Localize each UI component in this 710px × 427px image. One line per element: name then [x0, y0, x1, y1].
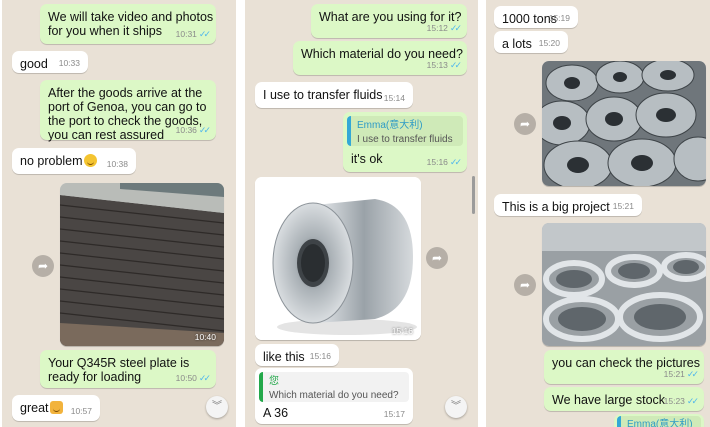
clapping-hands-emoji-icon — [49, 401, 63, 414]
message-time: 10:50 ✓✓ — [175, 373, 211, 383]
photo-message-steel-plates[interactable]: 10:40 — [60, 183, 224, 346]
double-check-icon: ✓✓ — [449, 60, 462, 70]
message-time: 10:36 ✓✓ — [175, 125, 211, 135]
message-time: 10:40 — [194, 332, 216, 342]
message-bubble[interactable]: you can check the pictures 15:21 ✓✓ — [544, 350, 704, 384]
double-check-icon: ✓✓ — [198, 373, 211, 383]
quoted-sender: Emma(意大利) — [357, 120, 423, 131]
message-time: 10:38 — [106, 159, 128, 169]
message-time: 15:23 ✓✓ — [663, 396, 699, 406]
photo-message-galvanized-coils[interactable] — [542, 61, 706, 186]
message-text: no problem — [20, 154, 97, 168]
message-time: 15:12 ✓✓ — [426, 23, 462, 33]
message-bubble[interactable]: Which material do you need? 15:13 ✓✓ — [293, 41, 467, 75]
quoted-text: I use to transfer fluids — [357, 134, 453, 145]
message-bubble-reply[interactable]: Emma(意大利) I use to transfer fluids it's … — [343, 112, 467, 172]
message-bubble[interactable]: We will take video and photos for you wh… — [40, 4, 216, 44]
double-check-icon: ✓✓ — [449, 23, 462, 33]
chevron-down-icon: ︾ — [451, 401, 461, 412]
quoted-text: Which material do you need? — [269, 390, 399, 401]
message-time: 10:57 — [70, 406, 92, 416]
quoted-message[interactable]: Emma(意大利) — [617, 416, 701, 427]
message-text: A 36 — [263, 406, 289, 420]
chat-panel-2: What are you using for it? 15:12 ✓✓ Which… — [245, 0, 478, 427]
message-time: 15:13 ✓✓ — [426, 60, 462, 70]
message-bubble[interactable]: great 10:57 — [12, 395, 100, 421]
quoted-message[interactable]: 您 Which material do you need? — [259, 372, 409, 402]
message-bubble[interactable]: good 10:33 — [12, 51, 88, 73]
message-text: I use to transfer fluids — [263, 88, 383, 102]
forward-icon[interactable]: ➦ — [426, 247, 448, 269]
message-time: 15:20 — [538, 38, 560, 48]
message-time: 10:31 ✓✓ — [175, 29, 211, 39]
chat-panel-3: 1000 tons 15:19 a lots 15:20 ➦ This is a… — [486, 0, 710, 427]
message-time: 15:14 — [383, 93, 405, 103]
message-text: it's ok — [351, 152, 383, 166]
message-time: 15:21 — [612, 201, 634, 211]
quoted-sender: 您 — [269, 376, 279, 387]
message-text: This is a big project — [502, 200, 610, 214]
message-bubble[interactable]: We have large stock 15:23 ✓✓ — [544, 387, 704, 411]
message-bubble[interactable]: no problem 10:38 — [12, 148, 136, 174]
double-check-icon: ✓✓ — [198, 125, 211, 135]
message-text: great — [20, 401, 63, 415]
message-bubble[interactable]: After the goods arrive at the port of Ge… — [40, 80, 216, 142]
message-time: 15:16 — [391, 326, 413, 336]
forward-icon[interactable]: ➦ — [32, 255, 54, 277]
message-bubble[interactable]: 1000 tons 15:19 — [494, 6, 578, 28]
chat-panel-1: We will take video and photos for you wh… — [2, 0, 236, 427]
message-time: 15:17 — [383, 409, 405, 419]
steel-coil-image — [255, 177, 421, 340]
message-time: 15:19 — [548, 13, 570, 23]
scroll-down-button[interactable]: ︾ — [445, 396, 467, 418]
message-bubble[interactable]: I use to transfer fluids 15:14 — [255, 82, 413, 108]
message-text: good — [20, 57, 48, 71]
scrollbar[interactable] — [472, 176, 475, 214]
message-text: We have large stock — [552, 393, 666, 407]
message-bubble[interactable]: What are you using for it? 15:12 ✓✓ — [311, 4, 467, 38]
steel-plates-image — [60, 183, 224, 346]
message-bubble-partial[interactable]: Emma(意大利) — [614, 414, 704, 427]
message-time: 15:16 — [309, 351, 331, 361]
message-bubble[interactable]: Your Q345R steel plate is ready for load… — [40, 350, 216, 388]
message-time: 10:33 — [58, 58, 80, 68]
message-time: 15:16 ✓✓ — [426, 157, 462, 167]
message-time: 15:21 ✓✓ — [663, 369, 699, 379]
chevron-down-icon: ︾ — [212, 401, 222, 412]
message-bubble-reply[interactable]: 您 Which material do you need? A 36 15:17 — [255, 368, 413, 424]
steel-strips-image — [542, 223, 706, 346]
double-check-icon: ✓✓ — [686, 369, 699, 379]
double-check-icon: ✓✓ — [449, 157, 462, 167]
quoted-sender: Emma(意大利) — [627, 419, 693, 427]
message-text: a lots — [502, 37, 532, 51]
photo-message-steel-strips[interactable] — [542, 223, 706, 346]
message-text: like this — [263, 350, 305, 364]
message-bubble[interactable]: This is a big project 15:21 — [494, 194, 642, 216]
forward-icon[interactable]: ➦ — [514, 113, 536, 135]
grinning-emoji-icon — [83, 154, 97, 167]
galvanized-coils-image — [542, 61, 706, 186]
scroll-down-button[interactable]: ︾ — [206, 396, 228, 418]
photo-message-steel-coil[interactable]: 15:16 — [255, 177, 421, 340]
quoted-message[interactable]: Emma(意大利) I use to transfer fluids — [347, 116, 463, 146]
message-bubble[interactable]: a lots 15:20 — [494, 31, 568, 53]
message-text: Your Q345R steel plate is ready for load… — [48, 356, 190, 384]
double-check-icon: ✓✓ — [198, 29, 211, 39]
forward-icon[interactable]: ➦ — [514, 274, 536, 296]
double-check-icon: ✓✓ — [686, 396, 699, 406]
message-bubble[interactable]: like this 15:16 — [255, 344, 339, 366]
